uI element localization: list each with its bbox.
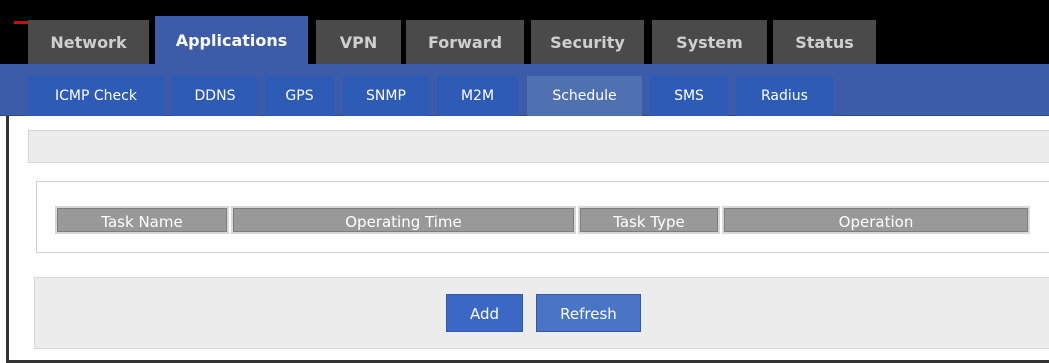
tab-forward[interactable]: Forward <box>406 20 524 64</box>
sub-tab-ddns[interactable]: DDNS <box>172 76 258 116</box>
add-button[interactable]: Add <box>446 294 523 332</box>
tab-security[interactable]: Security <box>531 20 644 64</box>
tab-system[interactable]: System <box>652 20 767 64</box>
sub-tab-gps[interactable]: GPS <box>265 76 334 116</box>
refresh-button[interactable]: Refresh <box>536 294 641 332</box>
sub-tab-icmp-check[interactable]: ICMP Check <box>28 76 164 116</box>
sub-tab-schedule[interactable]: Schedule <box>527 76 642 116</box>
sub-tab-m2m[interactable]: M2M <box>437 76 518 116</box>
tab-applications[interactable]: Applications <box>155 16 308 64</box>
sub-tab-sms[interactable]: SMS <box>650 76 728 116</box>
top-header: Network Applications VPN Forward Securit… <box>0 0 1049 64</box>
title-strip <box>28 130 1049 163</box>
sub-tab-bar: ICMP Check DDNS GPS SNMP M2M Schedule SM… <box>0 64 1049 116</box>
column-header-task-type: Task Type <box>578 206 720 234</box>
column-header-task-name: Task Name <box>55 206 229 234</box>
column-header-operating-time: Operating Time <box>231 206 576 234</box>
sub-tab-snmp[interactable]: SNMP <box>343 76 429 116</box>
tab-network[interactable]: Network <box>28 20 149 64</box>
tab-vpn[interactable]: VPN <box>316 20 401 64</box>
sub-tab-radius[interactable]: Radius <box>736 76 833 116</box>
column-header-operation: Operation <box>722 206 1030 234</box>
tab-status[interactable]: Status <box>773 20 876 64</box>
